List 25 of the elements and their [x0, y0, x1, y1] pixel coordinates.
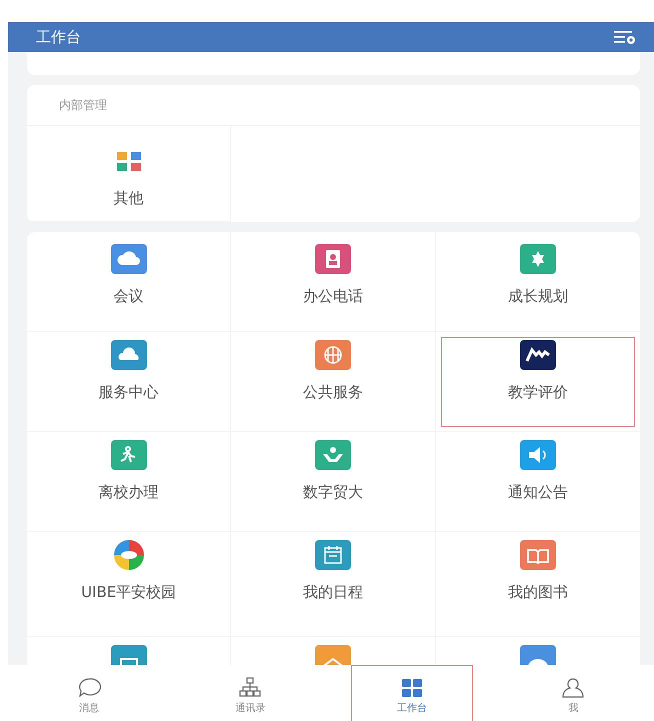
app-label[interactable]: 办公电话	[268, 286, 398, 306]
app-label[interactable]: 会议	[64, 286, 194, 306]
tab-label[interactable]: 通讯录	[235, 701, 266, 715]
app-label[interactable]: 通知公告	[472, 482, 603, 502]
app-label[interactable]: 公共服务	[268, 382, 398, 402]
app-label[interactable]: 我的日程	[268, 582, 398, 602]
tab-label[interactable]: 消息	[78, 701, 99, 715]
tab-label[interactable]: 我	[568, 701, 578, 715]
app-label[interactable]: 离校办理	[64, 482, 194, 502]
person-icon[interactable]	[561, 676, 586, 698]
app-label[interactable]: 我的图书	[472, 582, 603, 602]
app-label[interactable]: 其他	[64, 188, 194, 208]
org-chart-icon[interactable]	[238, 676, 262, 698]
settings-icon[interactable]	[614, 30, 636, 44]
grid-icon[interactable]	[400, 676, 424, 698]
section-title: 内部管理	[59, 96, 107, 114]
tab-label[interactable]: 工作台	[396, 701, 427, 715]
app-label[interactable]: 教学评价	[472, 382, 603, 402]
highlighted-app-tile[interactable]: 教学评价	[436, 332, 640, 432]
chat-bubble-icon[interactable]	[76, 676, 101, 698]
app-label[interactable]: 数字贸大	[268, 482, 398, 502]
app-label[interactable]: 成长规划	[472, 286, 603, 306]
header-title: 工作台	[36, 28, 81, 46]
app-label[interactable]: UIBE平安校园	[64, 582, 194, 602]
app-label[interactable]: 服务中心	[64, 382, 194, 402]
